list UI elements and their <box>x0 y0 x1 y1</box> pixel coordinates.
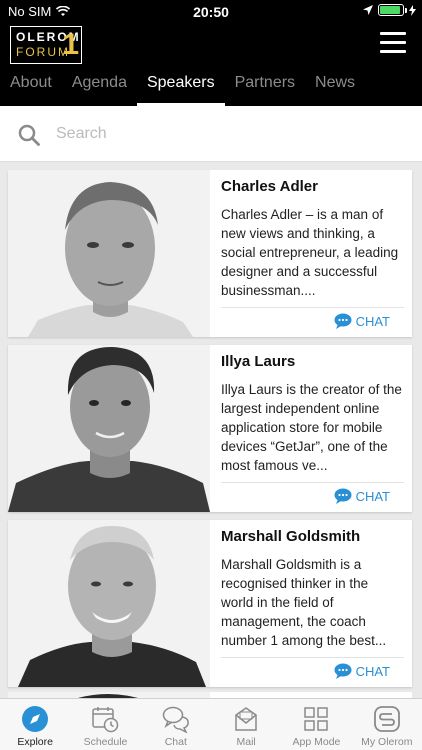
search-bar <box>0 106 422 162</box>
speaker-info: Illya Laurs Illya Laurs is the creator o… <box>221 353 404 475</box>
speaker-description: Illya Laurs is the creator of the larges… <box>221 382 402 473</box>
card-divider <box>221 482 404 483</box>
chat-button[interactable]: CHAT <box>334 488 390 504</box>
section-tabs: About Agenda Speakers Partners News <box>0 68 422 106</box>
speaker-name: Marshall Goldsmith <box>221 528 361 545</box>
bottom-tab-bar: Explore Schedule Chat Mail App Mode My O… <box>0 698 422 750</box>
tab-news[interactable]: News <box>305 68 365 106</box>
speaker-photo <box>8 520 210 687</box>
tab-agenda[interactable]: Agenda <box>62 68 137 106</box>
speaker-card[interactable]: Illya Laurs Illya Laurs is the creator o… <box>8 345 412 512</box>
speaker-photo <box>8 345 210 512</box>
logo-number: 1 <box>62 28 79 61</box>
nav-label: Schedule <box>83 736 128 748</box>
nav-label: Mail <box>236 736 256 748</box>
nav-label: Chat <box>164 736 187 748</box>
speaker-info: Marshall Goldsmith Marshall Goldsmith is… <box>221 528 404 650</box>
calendar-clock-icon <box>92 707 119 733</box>
speaker-card[interactable]: Marshall Goldsmith Marshall Goldsmith is… <box>8 520 412 687</box>
search-input[interactable] <box>56 120 396 148</box>
chat-bubble-icon <box>334 313 352 329</box>
location-arrow-icon <box>363 5 373 15</box>
tab-about[interactable]: About <box>0 68 62 106</box>
grid-icon <box>304 707 329 731</box>
nav-my-olerom[interactable]: My Olerom <box>352 699 422 750</box>
battery-icon <box>378 4 407 16</box>
nav-schedule[interactable]: Schedule <box>70 699 140 750</box>
chat-bubble-icon <box>334 663 352 679</box>
chat-label: CHAT <box>355 313 390 329</box>
speaker-description: Marshall Goldsmith is a recognised think… <box>221 557 387 648</box>
compass-icon <box>22 706 49 732</box>
speaker-description: Charles Adler – is a man of new views an… <box>221 207 399 298</box>
nav-chat[interactable]: Chat <box>141 699 211 750</box>
charging-bolt-icon <box>409 4 416 16</box>
battery-level <box>380 6 400 14</box>
olerom-logo-icon <box>373 706 400 732</box>
chat-bubble-icon <box>334 488 352 504</box>
card-divider <box>221 657 404 658</box>
chat-label: CHAT <box>355 488 390 504</box>
chat-button[interactable]: CHAT <box>334 663 390 679</box>
search-icon[interactable] <box>18 124 40 146</box>
nav-app-mode[interactable]: App Mode <box>281 699 351 750</box>
app-header: OLEROM FORUM 1 About Agenda Speakers Par… <box>0 24 422 106</box>
mail-icon <box>235 707 257 731</box>
nav-explore[interactable]: Explore <box>0 699 70 750</box>
nav-mail[interactable]: Mail <box>211 699 281 750</box>
nav-label: Explore <box>17 736 53 748</box>
speaker-name: Charles Adler <box>221 178 318 195</box>
speaker-name: Illya Laurs <box>221 353 296 370</box>
status-bar: No SIM 20:50 <box>0 0 422 24</box>
speaker-card[interactable]: Charles Adler Charles Adler – is a man o… <box>8 170 412 337</box>
card-divider <box>221 307 404 308</box>
chat-bubbles-icon <box>162 706 189 733</box>
speaker-list: Charles Adler Charles Adler – is a man o… <box>0 170 422 698</box>
olerom-forum-logo[interactable]: OLEROM FORUM 1 <box>10 26 82 64</box>
nav-label: My Olerom <box>361 736 413 748</box>
status-time: 20:50 <box>193 4 229 20</box>
chat-button[interactable]: CHAT <box>334 313 390 329</box>
chat-label: CHAT <box>355 663 390 679</box>
tab-partners[interactable]: Partners <box>225 68 305 106</box>
speaker-info: Charles Adler Charles Adler – is a man o… <box>221 178 404 300</box>
speaker-photo <box>8 170 210 337</box>
hamburger-menu-icon[interactable] <box>380 32 406 54</box>
tab-speakers[interactable]: Speakers <box>136 68 225 106</box>
status-right <box>363 4 416 16</box>
nav-label: App Mode <box>292 736 341 748</box>
